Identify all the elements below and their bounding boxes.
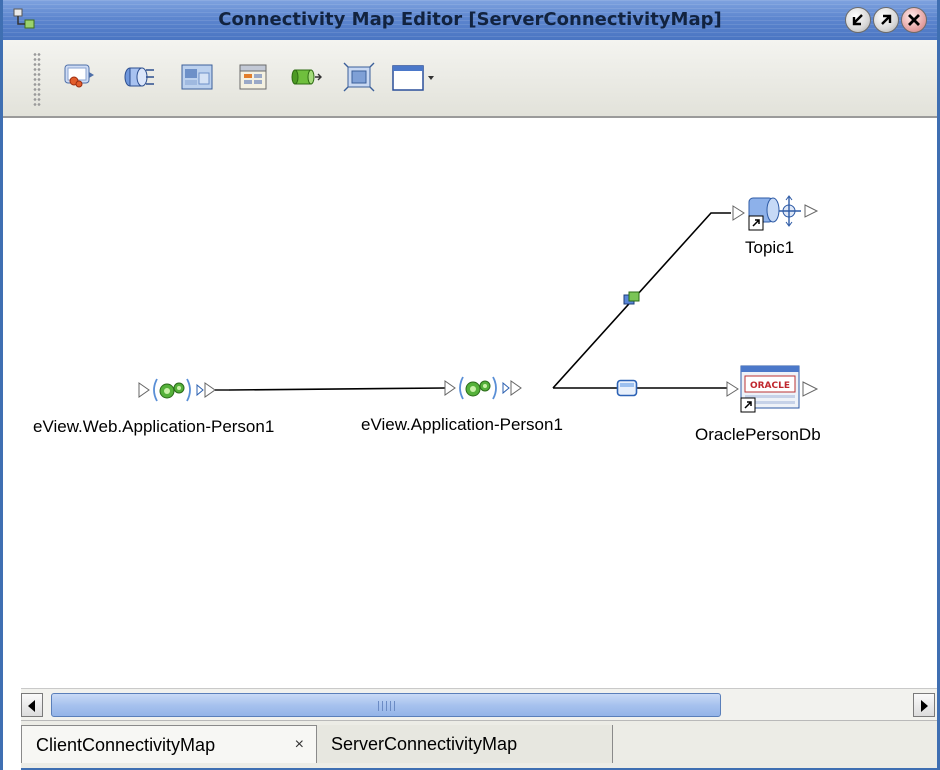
web-application-project-icon[interactable] — [137, 373, 231, 411]
toolbar-grip[interactable] — [33, 52, 41, 106]
horizontal-scrollbar[interactable] — [21, 688, 937, 721]
scroll-right-button[interactable] — [913, 693, 935, 717]
left-margin — [3, 688, 21, 770]
application-project-icon[interactable] — [443, 371, 537, 409]
tab-close-icon[interactable]: × — [295, 726, 304, 764]
web-connector-icon[interactable] — [179, 60, 215, 94]
scroll-left-button[interactable] — [21, 693, 43, 717]
collaboration-icon[interactable] — [61, 60, 97, 94]
title-bar[interactable]: Connectivity Map Editor [ServerConnectiv… — [3, 0, 937, 40]
tab-client-connectivity-map[interactable]: ClientConnectivityMap × — [21, 725, 317, 763]
connectivity-map-canvas[interactable]: eView.Web.Application-Person1 eView.Appl… — [3, 118, 937, 688]
node-label-oracle-db: OraclePersonDb — [695, 425, 821, 444]
toolbar — [3, 40, 937, 118]
topic-connection-icon[interactable] — [623, 291, 641, 311]
layout-dropdown-icon[interactable] — [391, 60, 439, 94]
node-label-application: eView.Application-Person1 — [361, 415, 563, 434]
node-label-web-application: eView.Web.Application-Person1 — [33, 417, 275, 436]
editor-tab-bar: ClientConnectivityMap × ServerConnectivi… — [21, 720, 937, 768]
queue-icon[interactable] — [289, 60, 325, 94]
scroll-right-icon — [921, 700, 928, 712]
scrollbar-thumb[interactable] — [51, 693, 721, 717]
node-label-topic: Topic1 — [745, 238, 795, 257]
tab-label: ClientConnectivityMap — [36, 735, 216, 755]
calendar-scheduler-icon[interactable] — [235, 60, 271, 94]
tab-label: ServerConnectivityMap — [331, 734, 518, 754]
database-connection-icon[interactable] — [616, 379, 638, 401]
connectivity-map-editor-window: Connectivity Map Editor [ServerConnectiv… — [0, 0, 940, 770]
close-button[interactable] — [901, 7, 927, 33]
oracle-badge-text: ORACLE — [750, 381, 790, 391]
maximize-button[interactable] — [873, 7, 899, 33]
scrollbar-grip-icon — [378, 701, 398, 711]
topic-icon[interactable] — [731, 194, 827, 238]
scroll-left-icon — [28, 700, 35, 712]
oracle-database-icon[interactable]: ORACLE — [725, 364, 825, 420]
tab-server-connectivity-map[interactable]: ServerConnectivityMap — [317, 725, 613, 763]
service-icon[interactable] — [341, 60, 377, 94]
minimize-button[interactable] — [845, 7, 871, 33]
window-title: Connectivity Map Editor [ServerConnectiv… — [218, 9, 722, 30]
external-application-icon[interactable] — [121, 60, 157, 94]
